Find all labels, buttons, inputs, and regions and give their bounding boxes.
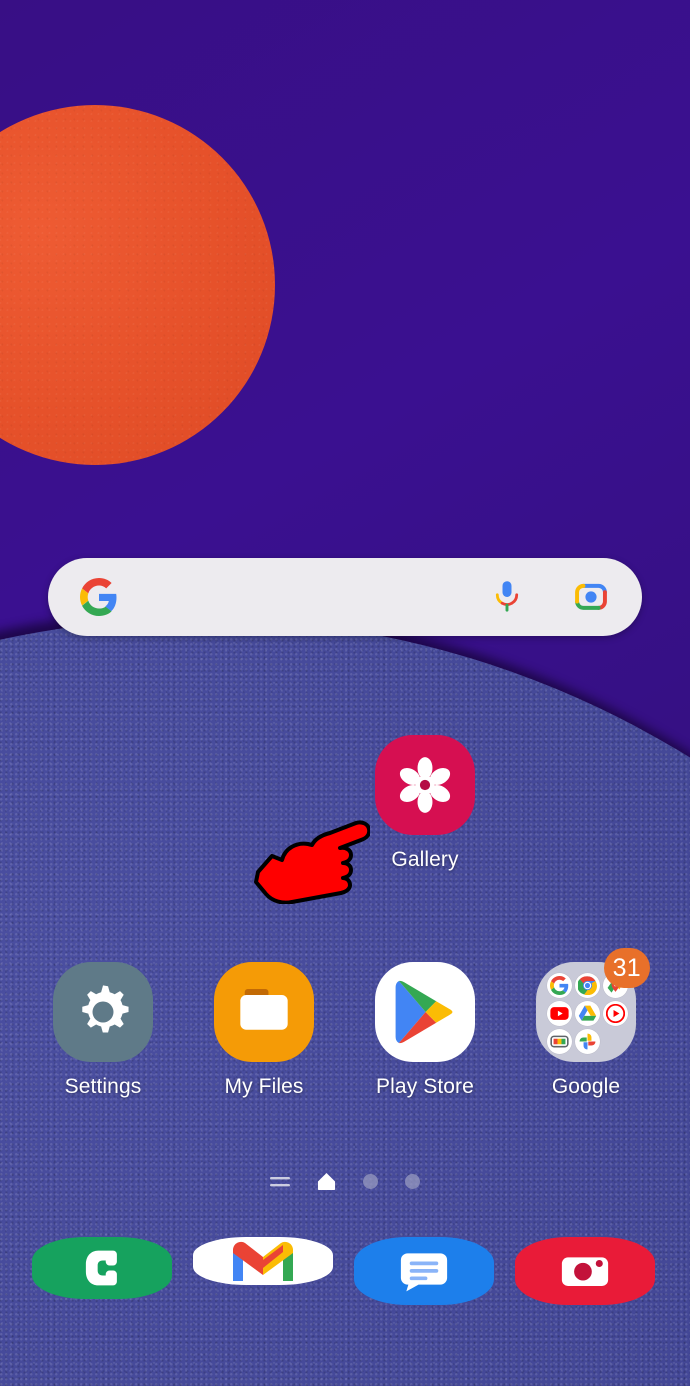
gmail-icon-wrapper — [193, 1237, 333, 1285]
settings-icon-wrapper — [53, 962, 153, 1062]
gmail-icon — [193, 1237, 333, 1285]
search-input[interactable] — [118, 597, 492, 598]
app-label-google-folder: Google — [551, 1075, 621, 1098]
play-store-icon — [375, 962, 475, 1062]
google-g-icon — [80, 578, 118, 616]
app-label-play-store: Play Store — [376, 1075, 474, 1098]
gear-icon — [53, 962, 153, 1062]
dock-item-messages[interactable] — [354, 1237, 494, 1305]
camera-icon — [515, 1237, 655, 1305]
folder-icon — [214, 962, 314, 1062]
messages-icon — [354, 1237, 494, 1305]
photos-icon — [575, 1029, 600, 1054]
page-indicator — [0, 1172, 690, 1191]
messages-icon-wrapper — [354, 1237, 494, 1305]
youtube-icon — [547, 1001, 572, 1026]
microphone-icon[interactable] — [492, 580, 522, 614]
app-folder-google[interactable]: 31 Google — [506, 948, 666, 1099]
app-label-my-files: My Files — [224, 1075, 304, 1098]
dock-item-gmail[interactable] — [193, 1237, 333, 1285]
google-lens-camera-icon[interactable] — [572, 580, 610, 614]
dock-item-phone[interactable] — [32, 1237, 172, 1299]
phone-icon-wrapper — [32, 1237, 172, 1299]
google-icon — [547, 973, 572, 998]
app-icon-settings[interactable]: Settings — [23, 962, 183, 1099]
page-dot-2[interactable] — [363, 1174, 378, 1189]
app-icon-play-store[interactable]: Play Store — [345, 962, 505, 1099]
gallery-icon-wrapper — [375, 735, 475, 835]
google-tv-icon — [547, 1029, 572, 1054]
chrome-icon — [575, 973, 600, 998]
play-store-icon-wrapper — [375, 962, 475, 1062]
google-folder-wrapper: 31 — [536, 948, 650, 1062]
dock-item-camera[interactable] — [515, 1237, 655, 1305]
drive-icon — [575, 1001, 600, 1026]
app-label-settings: Settings — [64, 1075, 142, 1098]
camera-icon-wrapper — [515, 1237, 655, 1305]
hamburger-icon[interactable] — [270, 1175, 290, 1189]
gallery-flower-icon — [375, 735, 475, 835]
google-search-bar[interactable] — [48, 558, 642, 636]
phone-icon — [32, 1237, 172, 1299]
folder-notification-badge: 31 — [603, 948, 650, 988]
home-page-icon[interactable] — [317, 1172, 336, 1191]
youtube-music-icon — [603, 1001, 628, 1026]
red-pointing-hand-cursor — [252, 812, 372, 905]
app-icon-my-files[interactable]: My Files — [184, 962, 344, 1099]
my-files-icon-wrapper — [214, 962, 314, 1062]
phone-screen: Gallery Settings My Files Play Store 31 … — [0, 0, 690, 1386]
page-dot-3[interactable] — [405, 1174, 420, 1189]
